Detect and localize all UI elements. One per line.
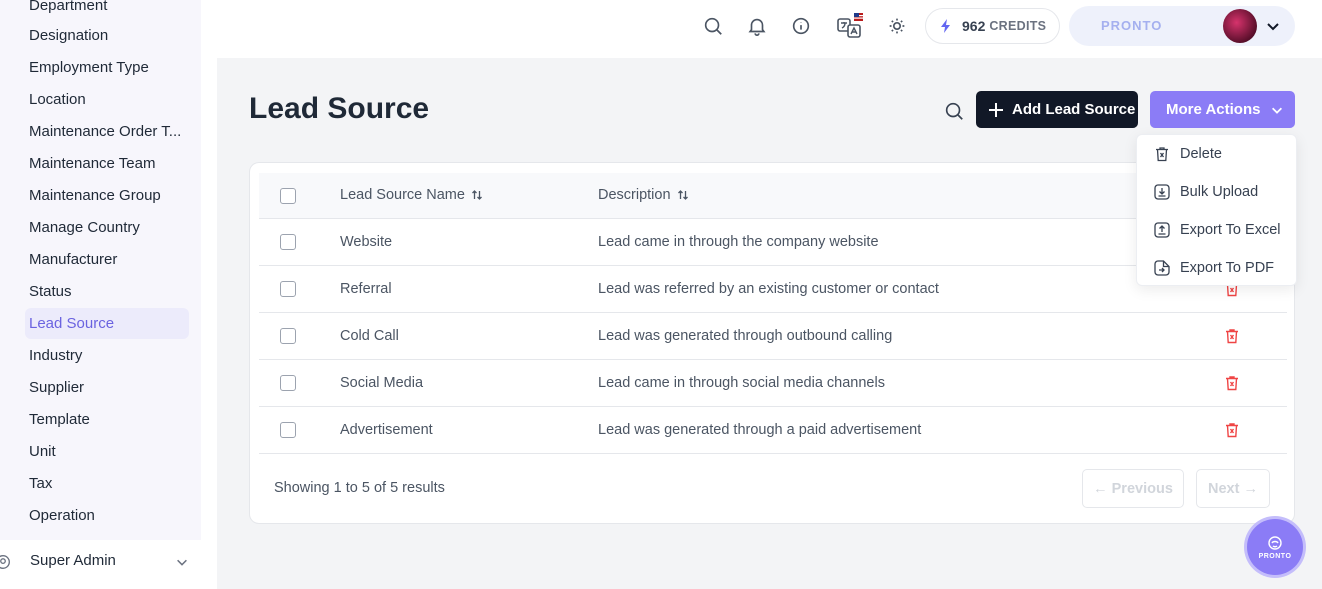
sidebar-item-operation[interactable]: Operation	[25, 500, 189, 531]
sidebar-item-manufacturer[interactable]: Manufacturer	[25, 244, 189, 275]
sidebar-item-template[interactable]: Template	[25, 404, 189, 435]
chevron-down-icon	[177, 559, 187, 566]
user-role-label: Super Admin	[30, 552, 116, 569]
download-icon	[1154, 184, 1170, 200]
profile-menu[interactable]: PRONTO	[1069, 6, 1295, 46]
lead-source-description: Lead came in through social media channe…	[598, 375, 885, 391]
trash-icon	[1156, 147, 1168, 162]
brand-logo: PRONTO	[1101, 18, 1163, 33]
column-header-name[interactable]: Lead Source Name	[340, 187, 483, 203]
lead-source-name: Cold Call	[340, 328, 399, 344]
table-row[interactable]: Social Media Lead came in through social…	[259, 360, 1287, 407]
sort-icon	[471, 190, 482, 200]
lead-source-name: Website	[340, 234, 393, 250]
sidebar-item-status[interactable]: Status	[25, 276, 189, 307]
file-export-icon	[1154, 260, 1170, 276]
sidebar-item-manage-country[interactable]: Manage Country	[25, 212, 189, 243]
page-title: Lead Source	[249, 92, 430, 125]
column-header-description-label: Description	[598, 187, 671, 203]
sidebar-item-employment-type[interactable]: Employment Type	[25, 52, 189, 83]
sidebar-item-unit[interactable]: Unit	[25, 436, 189, 467]
lightning-icon	[941, 19, 950, 33]
upload-icon	[1154, 222, 1170, 238]
plus-icon	[989, 102, 1003, 117]
top-bar: 962 CREDITS PRONTO	[217, 0, 1322, 58]
sidebar-item-tax[interactable]: Tax	[25, 468, 189, 499]
credits-value: 962	[962, 18, 986, 34]
add-lead-source-button[interactable]: Add Lead Source	[976, 91, 1138, 128]
sidebar-item-industry[interactable]: Industry	[25, 340, 189, 371]
sidebar-item-lead-source[interactable]: Lead Source	[25, 308, 189, 339]
sidebar-menu: Department Designation Employment Type L…	[0, 0, 201, 540]
row-checkbox[interactable]	[280, 422, 296, 438]
more-actions-label: More Actions	[1166, 101, 1261, 118]
row-checkbox[interactable]	[280, 328, 296, 344]
trash-icon[interactable]	[1223, 421, 1241, 439]
lead-source-name: Advertisement	[340, 422, 433, 438]
sort-icon	[677, 190, 688, 200]
menu-item-export-excel[interactable]: Export To Excel	[1153, 217, 1280, 243]
sidebar-item-maintenance-team[interactable]: Maintenance Team	[25, 148, 189, 179]
menu-item-export-pdf-label: Export To PDF	[1180, 260, 1275, 276]
assistant-fab-button[interactable]: PRONTO	[1247, 519, 1303, 575]
table-row[interactable]: Cold Call Lead was generated through out…	[259, 313, 1287, 360]
lead-source-name: Referral	[340, 281, 392, 297]
menu-item-delete[interactable]: Delete	[1153, 141, 1222, 167]
menu-item-delete-label: Delete	[1180, 146, 1222, 162]
table-row[interactable]: Advertisement Lead was generated through…	[259, 407, 1287, 454]
search-icon[interactable]	[943, 100, 965, 122]
sidebar-item-supplier[interactable]: Supplier	[25, 372, 189, 403]
info-icon[interactable]	[790, 15, 812, 37]
more-actions-dropdown: Delete Bulk Upload Export To Excel Expor…	[1136, 134, 1297, 286]
bell-icon[interactable]	[746, 15, 768, 37]
chevron-down-icon	[1267, 23, 1279, 31]
translate-icon[interactable]	[835, 12, 863, 40]
next-page-button[interactable]: Next →	[1196, 469, 1270, 508]
credits-label: CREDITS	[989, 19, 1047, 33]
user-role-menu[interactable]: Super Admin	[0, 545, 201, 577]
sidebar-item-designation[interactable]: Designation	[25, 20, 189, 51]
lead-source-name: Social Media	[340, 375, 424, 391]
sidebar-item-maintenance-group[interactable]: Maintenance Group	[25, 180, 189, 211]
more-actions-button[interactable]: More Actions	[1150, 91, 1295, 128]
table-header: Lead Source Name Description	[259, 173, 1287, 219]
trash-icon[interactable]	[1223, 327, 1241, 345]
select-all-checkbox[interactable]	[280, 188, 296, 204]
sun-icon[interactable]	[886, 15, 908, 37]
column-header-description[interactable]: Description	[598, 187, 689, 203]
avatar	[1223, 9, 1257, 43]
table-row[interactable]: Referral Lead was referred by an existin…	[259, 266, 1287, 313]
menu-item-export-pdf[interactable]: Export To PDF	[1153, 255, 1274, 281]
sidebar: Department Designation Employment Type L…	[0, 0, 217, 589]
search-icon[interactable]	[702, 15, 724, 37]
trash-icon[interactable]	[1223, 374, 1241, 392]
lead-source-description: Lead was generated through outbound call…	[598, 328, 893, 344]
menu-item-export-excel-label: Export To Excel	[1180, 222, 1281, 238]
row-checkbox[interactable]	[280, 281, 296, 297]
lead-source-description: Lead was referred by an existing custome…	[598, 281, 939, 297]
previous-page-button[interactable]: ← Previous	[1082, 469, 1184, 508]
pagination-summary: Showing 1 to 5 of 5 results	[274, 480, 445, 496]
menu-item-bulk-upload-label: Bulk Upload	[1180, 184, 1259, 200]
row-checkbox[interactable]	[280, 375, 296, 391]
lead-source-description: Lead came in through the company website	[598, 234, 879, 250]
sidebar-item-maintenance-order-type[interactable]: Maintenance Order T...	[25, 116, 189, 147]
lead-source-description: Lead was generated through a paid advert…	[598, 422, 922, 438]
table-row[interactable]: Website Lead came in through the company…	[259, 219, 1287, 266]
column-header-name-label: Lead Source Name	[340, 187, 465, 203]
brand-icon	[1268, 536, 1282, 550]
chevron-down-icon	[1272, 107, 1283, 114]
sidebar-item-location[interactable]: Location	[25, 84, 189, 115]
user-role-icon	[0, 555, 10, 569]
row-checkbox[interactable]	[280, 234, 296, 250]
assistant-fab-label: PRONTO	[1258, 553, 1292, 560]
credits-badge[interactable]: 962 CREDITS	[925, 8, 1060, 44]
add-lead-source-label: Add Lead Source	[1012, 101, 1136, 118]
sidebar-item-department[interactable]: Department	[25, 0, 189, 21]
menu-item-bulk-upload[interactable]: Bulk Upload	[1153, 179, 1258, 205]
